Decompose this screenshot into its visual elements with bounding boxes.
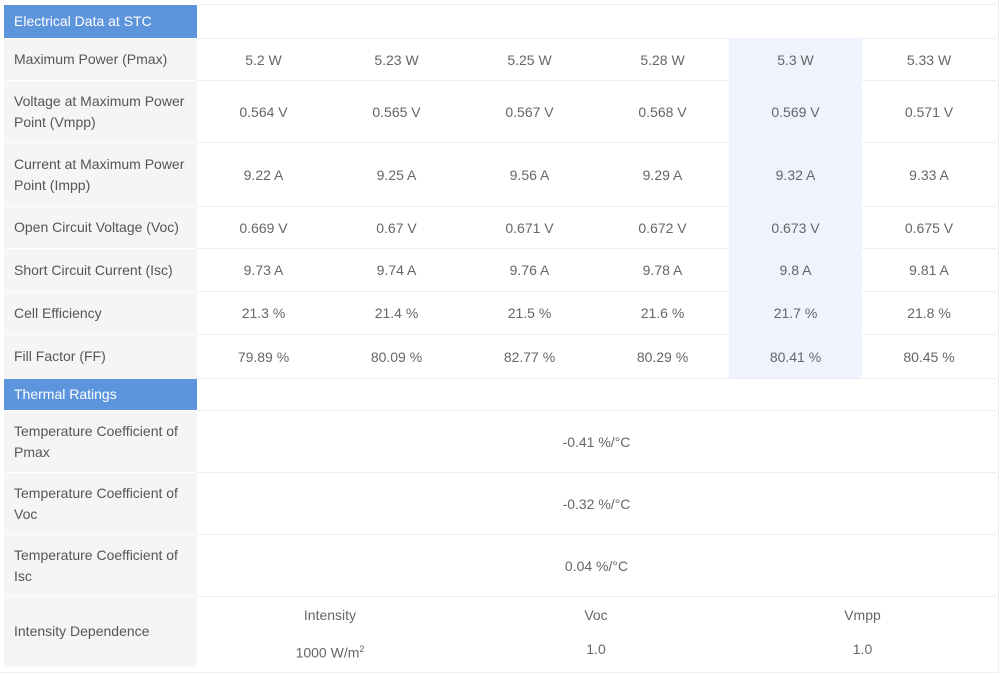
table-row: Short Circuit Current (Isc) 9.73 A 9.74 … [4,248,996,292]
table-cell: 0.67 V [330,206,463,249]
table-cell: 0.564 V [197,80,330,143]
table-cell: 80.09 % [330,334,463,379]
intensity-header: Intensity [303,606,357,623]
table-cell-highlighted: 21.7 % [729,291,862,335]
table-cell-highlighted: 80.41 % [729,334,862,379]
table-row-intensity: Intensity Dependence Intensity 1000 W/m2… [4,596,996,667]
section-header-electrical: Electrical Data at STC [4,4,996,39]
table-cell: 9.78 A [596,248,729,292]
section-header-fill [197,378,996,411]
table-cell: 5.25 W [463,38,596,81]
table-cell: 9.33 A [862,142,996,207]
table-cell: 5.33 W [862,38,996,81]
table-cell-highlighted: 9.8 A [729,248,862,292]
table-cell: 0.671 V [463,206,596,249]
table-cell: 79.89 % [197,334,330,379]
vmpp-header: Vmpp [844,606,881,623]
voc-value: 1.0 [586,640,606,657]
table-cell: 0.565 V [330,80,463,143]
row-label: Intensity Dependence [4,596,197,667]
row-label: Cell Efficiency [4,291,197,335]
intensity-column: Intensity 1000 W/m2 [197,596,463,667]
table-cell: -0.41 %/°C [197,410,996,473]
table-cell: 0.04 %/°C [197,534,996,597]
table-cell: 21.8 % [862,291,996,335]
table-cell-highlighted: 0.569 V [729,80,862,143]
table-cell: 21.3 % [197,291,330,335]
row-label: Temperature Coefficient of Pmax [4,410,197,473]
section-title: Electrical Data at STC [4,4,197,39]
table-cell: 9.25 A [330,142,463,207]
table-cell: 9.56 A [463,142,596,207]
table-cell: 0.567 V [463,80,596,143]
table-cell: -0.32 %/°C [197,472,996,535]
table-cell: 5.2 W [197,38,330,81]
table-cell: 5.28 W [596,38,729,81]
table-cell: 5.23 W [330,38,463,81]
vmpp-value: 1.0 [852,640,873,657]
section-header-thermal: Thermal Ratings [4,378,996,411]
table-cell: 80.45 % [862,334,996,379]
table-row: Current at Maximum Power Point (Impp) 9.… [4,142,996,207]
table-cell: 9.73 A [197,248,330,292]
row-label: Temperature Coefficient of Voc [4,472,197,535]
vmpp-column: Vmpp 1.0 [729,596,996,667]
row-label: Fill Factor (FF) [4,334,197,379]
table-cell-highlighted: 0.673 V [729,206,862,249]
row-label: Voltage at Maximum Power Point (Vmpp) [4,80,197,143]
table-cell: 82.77 % [463,334,596,379]
row-label: Temperature Coefficient of Isc [4,534,197,597]
table-row: Voltage at Maximum Power Point (Vmpp) 0.… [4,80,996,143]
table-row: Cell Efficiency 21.3 % 21.4 % 21.5 % 21.… [4,291,996,335]
table-cell: 21.4 % [330,291,463,335]
table-cell: 0.669 V [197,206,330,249]
spec-table: Electrical Data at STC Maximum Power (Pm… [4,4,996,667]
intensity-value: 1000 W/m2 [197,632,463,666]
table-row: Fill Factor (FF) 79.89 % 80.09 % 82.77 %… [4,334,996,379]
table-cell: 0.675 V [862,206,996,249]
table-cell: 9.76 A [463,248,596,292]
row-label: Open Circuit Voltage (Voc) [4,206,197,249]
table-cell: 80.29 % [596,334,729,379]
table-cell: 21.5 % [463,291,596,335]
table-row: Temperature Coefficient of Isc 0.04 %/°C [4,534,996,597]
section-title: Thermal Ratings [4,378,197,411]
table-cell: 9.29 A [596,142,729,207]
table-cell: 9.81 A [862,248,996,292]
intensity-value-text: 1000 W/m [295,644,360,661]
table-cell: 9.22 A [197,142,330,207]
table-cell: 0.568 V [596,80,729,143]
table-row: Maximum Power (Pmax) 5.2 W 5.23 W 5.25 W… [4,38,996,81]
table-cell-highlighted: 5.3 W [729,38,862,81]
table-cell: 0.672 V [596,206,729,249]
table-row: Temperature Coefficient of Voc -0.32 %/°… [4,472,996,535]
row-label: Current at Maximum Power Point (Impp) [4,142,197,207]
unit-exponent: 2 [359,643,365,654]
table-row: Temperature Coefficient of Pmax -0.41 %/… [4,410,996,473]
voc-header: Voc [584,606,608,623]
table-cell: 21.6 % [596,291,729,335]
row-label: Maximum Power (Pmax) [4,38,197,81]
table-row: Open Circuit Voltage (Voc) 0.669 V 0.67 … [4,206,996,249]
voc-column: Voc 1.0 [463,596,729,667]
row-label: Short Circuit Current (Isc) [4,248,197,292]
table-cell: 0.571 V [862,80,996,143]
table-cell-highlighted: 9.32 A [729,142,862,207]
section-header-fill [197,4,996,39]
table-cell: 9.74 A [330,248,463,292]
